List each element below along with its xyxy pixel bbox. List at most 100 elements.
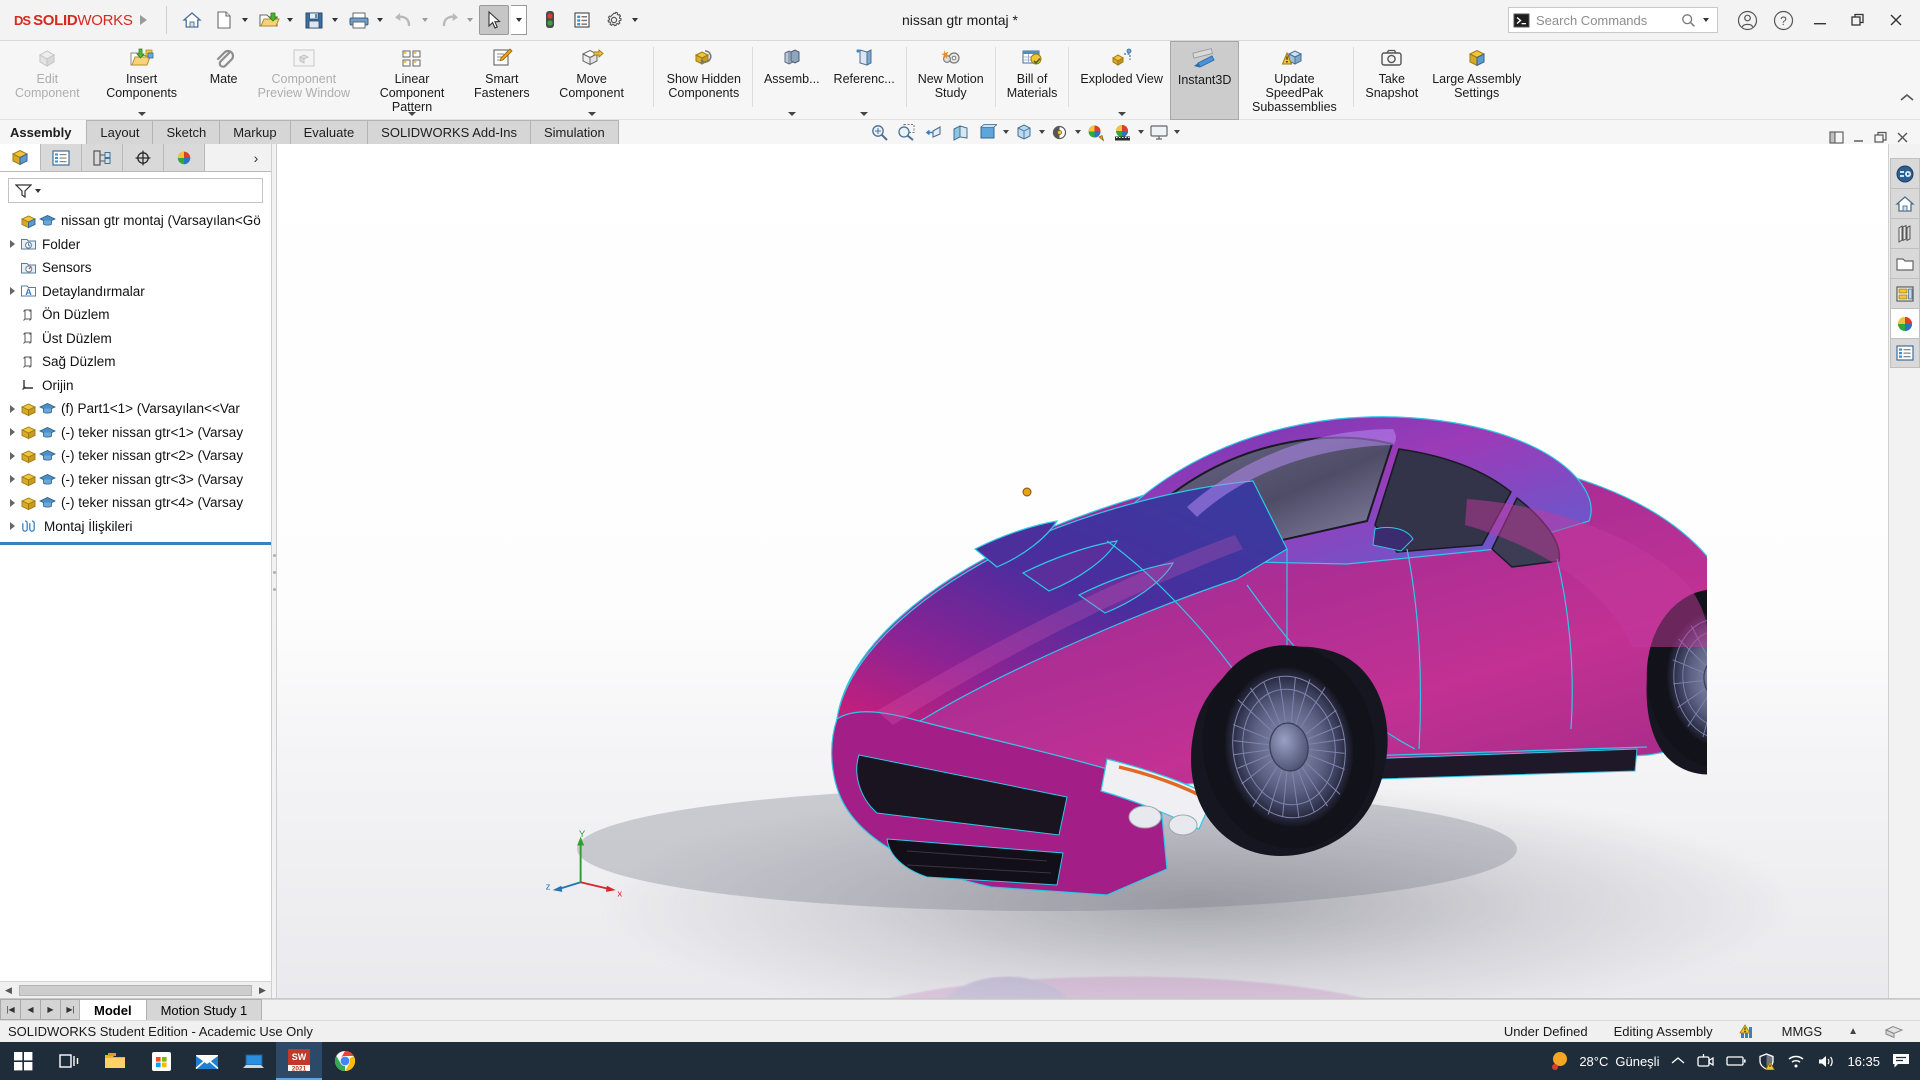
ribbon-new-motion-study[interactable]: New MotionStudy	[911, 41, 991, 120]
tree-item-assembly-root[interactable]: nissan gtr montaj (Varsayılan<Gö	[0, 209, 271, 233]
close-button[interactable]	[1878, 4, 1914, 36]
solidworks-2021-button[interactable]: SW 2021	[276, 1042, 322, 1080]
tile-windows-icon[interactable]	[1829, 131, 1844, 144]
task-view-button[interactable]	[46, 1042, 92, 1080]
notification-icon[interactable]	[1892, 1053, 1910, 1069]
mail-button[interactable]	[184, 1042, 230, 1080]
new-document-button[interactable]	[209, 5, 239, 35]
google-chrome-button[interactable]	[322, 1042, 368, 1080]
options-dropdown[interactable]	[632, 18, 638, 22]
tab-markup[interactable]: Markup	[219, 120, 290, 144]
scroll-left-button[interactable]: ◀	[0, 982, 17, 999]
last-tab-button[interactable]: ▶|	[60, 999, 80, 1020]
ribbon-linear-component-pattern[interactable]: Linear Component Pattern	[357, 41, 467, 120]
home-button[interactable]	[177, 5, 207, 35]
ribbon-dropdown[interactable]	[588, 112, 596, 116]
chevron-up-icon[interactable]	[1671, 1056, 1685, 1066]
tree-expander[interactable]	[4, 475, 20, 483]
select-dropdown[interactable]	[511, 5, 527, 35]
search-input[interactable]: Search Commands	[1536, 13, 1675, 28]
view-settings-button[interactable]	[1147, 121, 1171, 143]
feature-manager-design-tree-tab[interactable]	[0, 144, 41, 171]
ribbon-take-snapshot[interactable]: TakeSnapshot	[1358, 41, 1425, 120]
save-dropdown[interactable]	[332, 18, 338, 22]
restore-button[interactable]	[1840, 4, 1876, 36]
feature-tree-filter[interactable]	[8, 178, 263, 203]
tab-sketch[interactable]: Sketch	[152, 120, 220, 144]
ribbon-component-preview-window[interactable]: ComponentPreview Window	[251, 41, 357, 120]
tree-item-montaj-iliskileri[interactable]: Montaj İlişkileri	[0, 515, 271, 539]
first-tab-button[interactable]: |◀	[0, 999, 20, 1020]
save-button[interactable]	[299, 5, 329, 35]
search-commands-box[interactable]: Search Commands	[1508, 7, 1718, 33]
file-explorer-library-button[interactable]	[1890, 218, 1920, 248]
property-manager-tab[interactable]	[41, 144, 82, 171]
custom-properties-button[interactable]	[1890, 338, 1920, 368]
next-tab-button[interactable]: ▶	[40, 999, 60, 1020]
ribbon-bill-of-materials[interactable]: Bill ofMaterials	[1000, 41, 1065, 120]
tab-layout[interactable]: Layout	[86, 120, 153, 144]
print-button[interactable]	[344, 5, 374, 35]
tree-item-on-duzlem[interactable]: Ön Düzlem	[0, 303, 271, 327]
tree-item-sensors[interactable]: Sensors	[0, 256, 271, 280]
tree-expander[interactable]	[4, 428, 20, 436]
dimxpert-manager-tab[interactable]	[123, 144, 164, 171]
remote-desktop-button[interactable]	[230, 1042, 276, 1080]
ribbon-smart-fasteners[interactable]: SmartFasteners	[467, 41, 537, 120]
hide-show-items-dropdown[interactable]	[1075, 130, 1081, 134]
tree-item-orijin[interactable]: Orijin	[0, 374, 271, 398]
search-dropdown[interactable]	[1703, 18, 1709, 22]
tree-expander[interactable]	[4, 240, 20, 248]
ribbon-assembly-features[interactable]: Assemb...	[757, 41, 827, 120]
display-style-button[interactable]	[1012, 121, 1036, 143]
tab-simulation[interactable]: Simulation	[530, 120, 619, 144]
minimize-button[interactable]	[1802, 4, 1838, 36]
tree-item-ust-duzlem[interactable]: Üst Düzlem	[0, 327, 271, 351]
graphics-viewport[interactable]: Y x z	[277, 144, 1920, 998]
design-library-button[interactable]	[1890, 188, 1920, 218]
open-folder-button[interactable]	[1890, 248, 1920, 278]
view-orientation-dropdown[interactable]	[1003, 130, 1009, 134]
overlay-warning-icon[interactable]	[1739, 1024, 1756, 1040]
search-icon[interactable]	[1681, 13, 1696, 28]
tree-expander[interactable]	[4, 452, 20, 460]
windows-start-button[interactable]	[0, 1042, 46, 1080]
ribbon-reference-geometry[interactable]: Referenc...	[827, 41, 902, 120]
tree-item-folder[interactable]: Folder	[0, 233, 271, 257]
apply-scene-dropdown[interactable]	[1138, 130, 1144, 134]
scroll-right-button[interactable]: ▶	[254, 982, 271, 999]
previous-view-button[interactable]	[922, 121, 946, 143]
tree-item-teker-2[interactable]: (-) teker nissan gtr<2> (Varsay	[0, 444, 271, 468]
ribbon-dropdown[interactable]	[860, 112, 868, 116]
ribbon-dropdown[interactable]	[1118, 112, 1126, 116]
redo-dropdown[interactable]	[467, 18, 473, 22]
microsoft-store-button[interactable]	[138, 1042, 184, 1080]
tree-expander[interactable]	[4, 499, 20, 507]
tree-expander[interactable]	[4, 287, 20, 295]
camera-icon[interactable]	[1697, 1053, 1714, 1069]
tab-solidworks-add-ins[interactable]: SOLIDWORKS Add-Ins	[367, 120, 531, 144]
file-properties-button[interactable]	[567, 5, 597, 35]
undo-dropdown[interactable]	[422, 18, 428, 22]
redo-button[interactable]	[434, 5, 464, 35]
sketch-point-marker[interactable]	[1023, 488, 1031, 496]
scroll-thumb[interactable]	[19, 985, 252, 996]
tree-expander[interactable]	[4, 522, 20, 530]
feature-manager-more-tabs[interactable]: ›	[241, 144, 271, 171]
open-document-dropdown[interactable]	[287, 18, 293, 22]
configuration-manager-tab[interactable]	[82, 144, 123, 171]
undo-button[interactable]	[389, 5, 419, 35]
rebuild-button[interactable]	[535, 5, 565, 35]
wifi-icon[interactable]	[1787, 1054, 1805, 1069]
help-button[interactable]: ?	[1766, 4, 1800, 36]
tab-evaluate[interactable]: Evaluate	[290, 120, 369, 144]
close-document-icon[interactable]	[1896, 131, 1910, 144]
menu-expand-arrow[interactable]	[130, 15, 156, 25]
tree-item-teker-3[interactable]: (-) teker nissan gtr<3> (Varsay	[0, 468, 271, 492]
tree-item-teker-4[interactable]: (-) teker nissan gtr<4> (Varsay	[0, 491, 271, 515]
motion-study-tab[interactable]: Motion Study 1	[146, 999, 263, 1020]
model-tab[interactable]: Model	[79, 999, 147, 1020]
units-label[interactable]: MMGS	[1782, 1024, 1822, 1039]
ribbon-instant3d[interactable]: Instant3D	[1170, 41, 1240, 120]
tab-assembly[interactable]: Assembly	[0, 120, 87, 144]
